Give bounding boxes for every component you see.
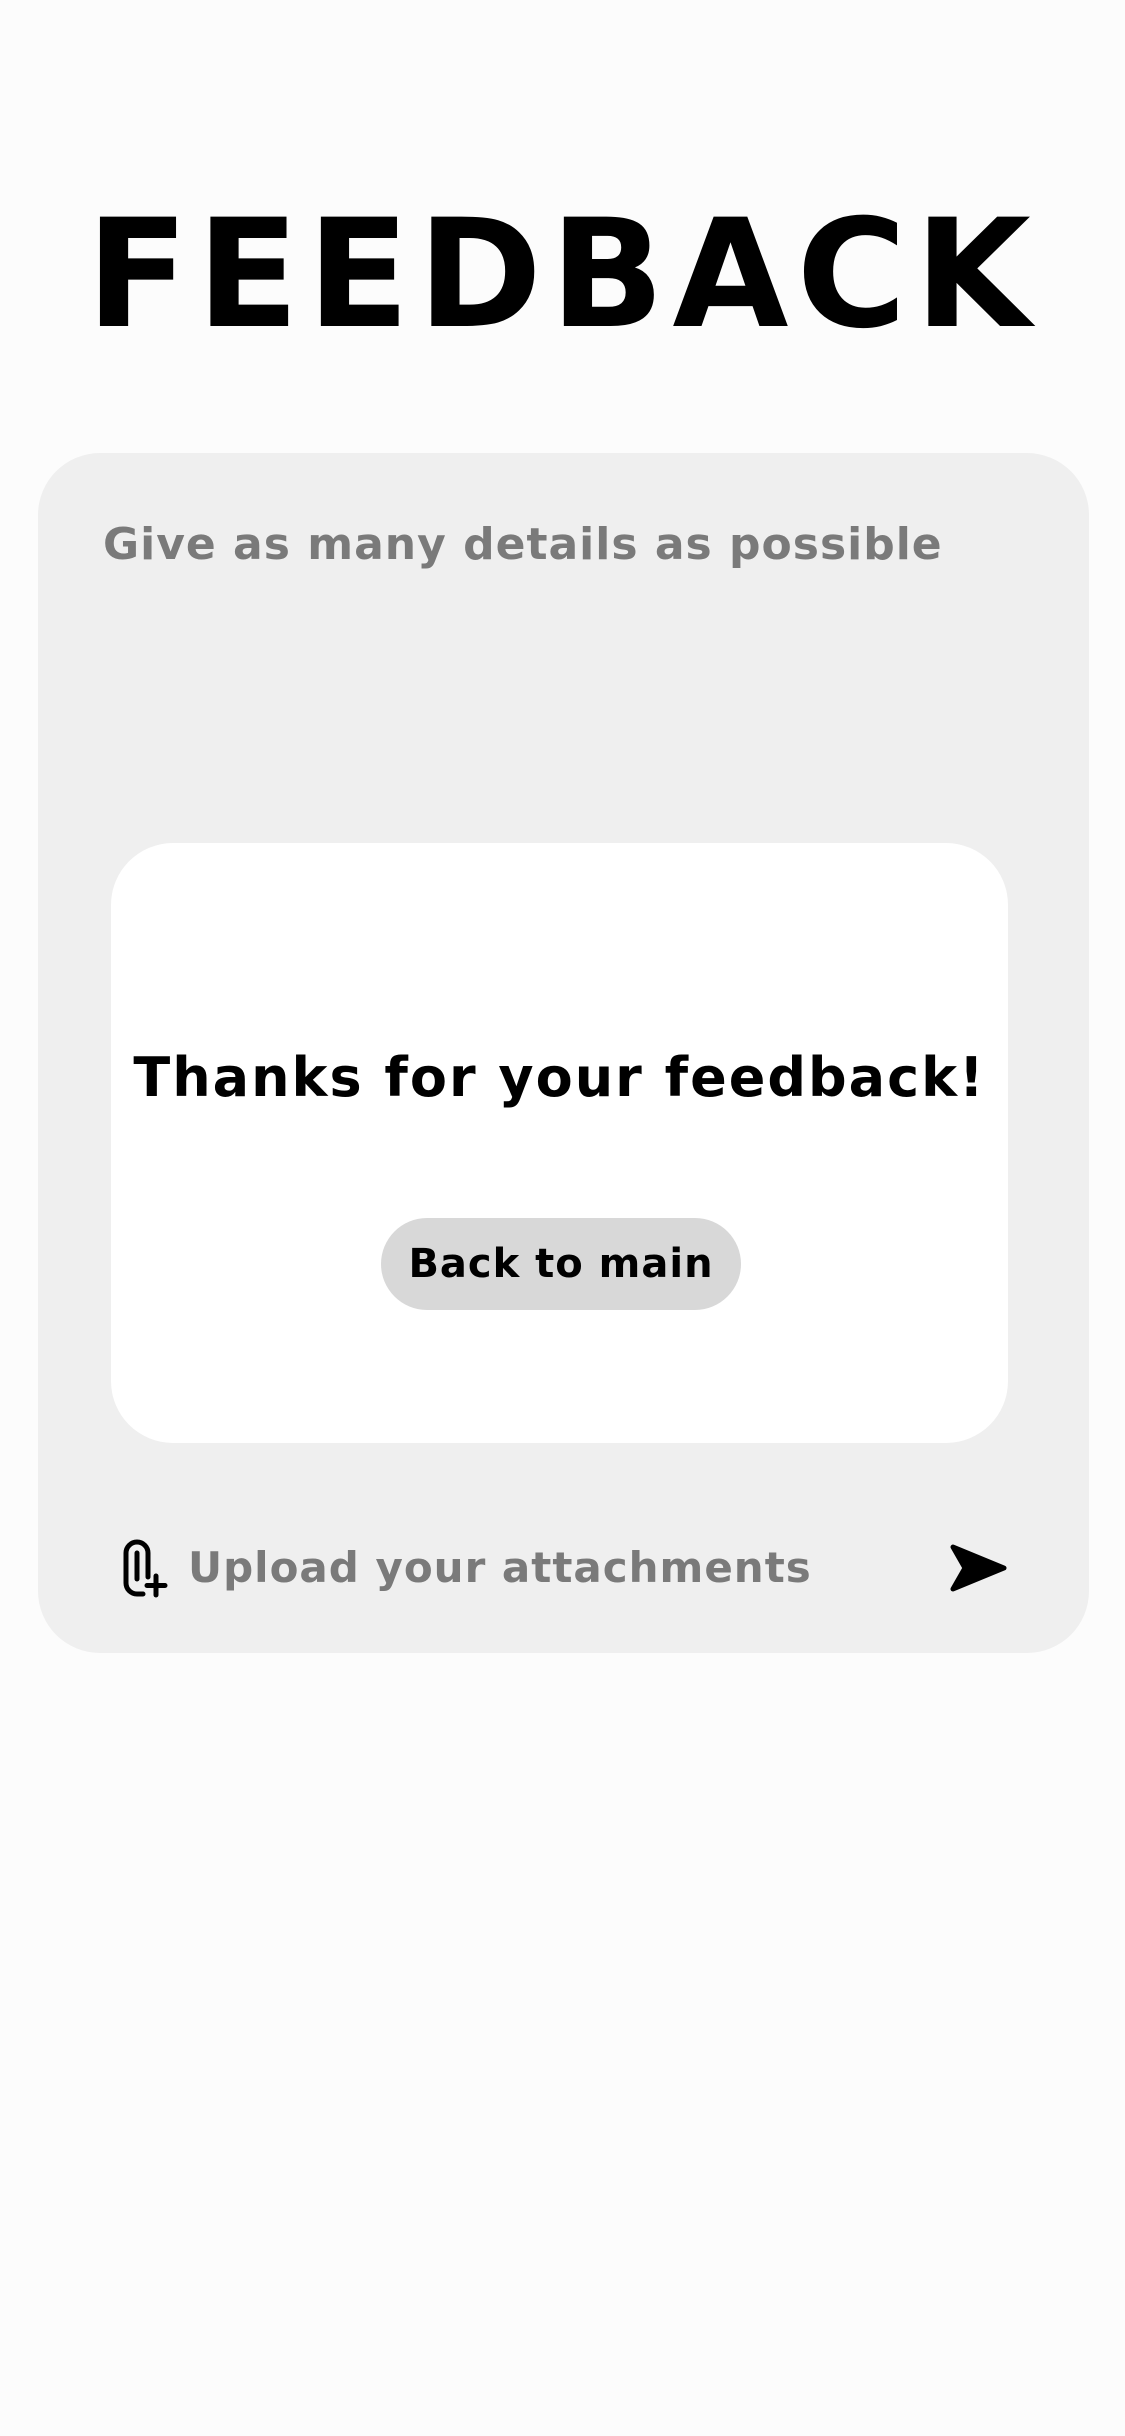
send-button[interactable] bbox=[943, 1533, 1013, 1603]
page-title: FEEDBACK bbox=[86, 188, 1039, 362]
back-to-main-button[interactable]: Back to main bbox=[381, 1218, 741, 1310]
thanks-message: Thanks for your feedback! bbox=[133, 1046, 986, 1109]
feedback-card: Thanks for your feedback! Back to main U… bbox=[38, 453, 1089, 1653]
attach-button[interactable] bbox=[113, 1533, 173, 1603]
upload-attachments-label[interactable]: Upload your attachments bbox=[188, 1536, 812, 1600]
paperclip-plus-icon bbox=[123, 1539, 168, 1598]
send-arrow-icon bbox=[950, 1544, 1007, 1592]
feedback-details-input[interactable] bbox=[103, 513, 1023, 843]
thanks-modal: Thanks for your feedback! Back to main bbox=[111, 843, 1008, 1443]
